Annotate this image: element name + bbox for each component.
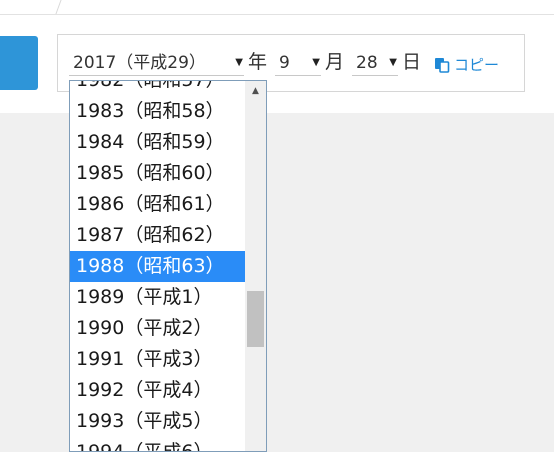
year-options: 1982（昭和57） 1983（昭和58） 1984（昭和59） 1985（昭和… bbox=[70, 81, 245, 451]
side-action-button[interactable] bbox=[0, 36, 38, 90]
day-unit-label: 日 bbox=[402, 51, 422, 73]
year-option[interactable]: 1991（平成3） bbox=[70, 344, 245, 375]
year-option[interactable]: 1986（昭和61） bbox=[70, 189, 245, 220]
year-option[interactable]: 1985（昭和60） bbox=[70, 158, 245, 189]
dropdown-scrollbar[interactable]: ▲ bbox=[245, 81, 266, 451]
year-option[interactable]: 1984（昭和59） bbox=[70, 127, 245, 158]
day-select-value: 28 bbox=[356, 53, 378, 73]
day-select[interactable]: 28 ▼ bbox=[352, 51, 398, 76]
month-select[interactable]: 9 ▼ bbox=[275, 51, 321, 76]
year-option-partial[interactable]: 1982（昭和57） bbox=[70, 81, 245, 96]
year-option[interactable]: 1994（平成6） bbox=[70, 437, 245, 451]
year-option[interactable]: 1983（昭和58） bbox=[70, 96, 245, 127]
year-unit-label: 年 bbox=[248, 51, 268, 73]
month-select-value: 9 bbox=[279, 53, 290, 73]
copy-icon bbox=[434, 57, 450, 79]
month-unit-label: 月 bbox=[325, 51, 345, 73]
copy-button-label: コピー bbox=[454, 56, 500, 74]
year-select-value: 2017（平成29） bbox=[73, 53, 206, 73]
year-option[interactable]: 1989（平成1） bbox=[70, 282, 245, 313]
year-option-highlighted[interactable]: 1988（昭和63） bbox=[70, 251, 245, 282]
month-select-arrow-icon: ▼ bbox=[312, 57, 320, 68]
scrollbar-thumb[interactable] bbox=[247, 291, 264, 347]
year-option[interactable]: 1993（平成5） bbox=[70, 406, 245, 437]
year-select-arrow-icon: ▼ bbox=[235, 57, 243, 68]
year-option[interactable]: 1992（平成4） bbox=[70, 375, 245, 406]
day-select-arrow-icon: ▼ bbox=[389, 57, 397, 68]
year-option[interactable]: 1987（昭和62） bbox=[70, 220, 245, 251]
year-dropdown-list[interactable]: 1982（昭和57） 1983（昭和58） 1984（昭和59） 1985（昭和… bbox=[69, 80, 267, 452]
top-navigation-bar bbox=[0, 0, 554, 15]
copy-button[interactable]: コピー bbox=[434, 54, 499, 76]
year-select[interactable]: 2017（平成29） ▼ bbox=[69, 51, 244, 76]
tab-divider bbox=[55, 0, 62, 14]
year-option[interactable]: 1990（平成2） bbox=[70, 313, 245, 344]
scroll-up-arrow-icon[interactable]: ▲ bbox=[245, 81, 266, 102]
